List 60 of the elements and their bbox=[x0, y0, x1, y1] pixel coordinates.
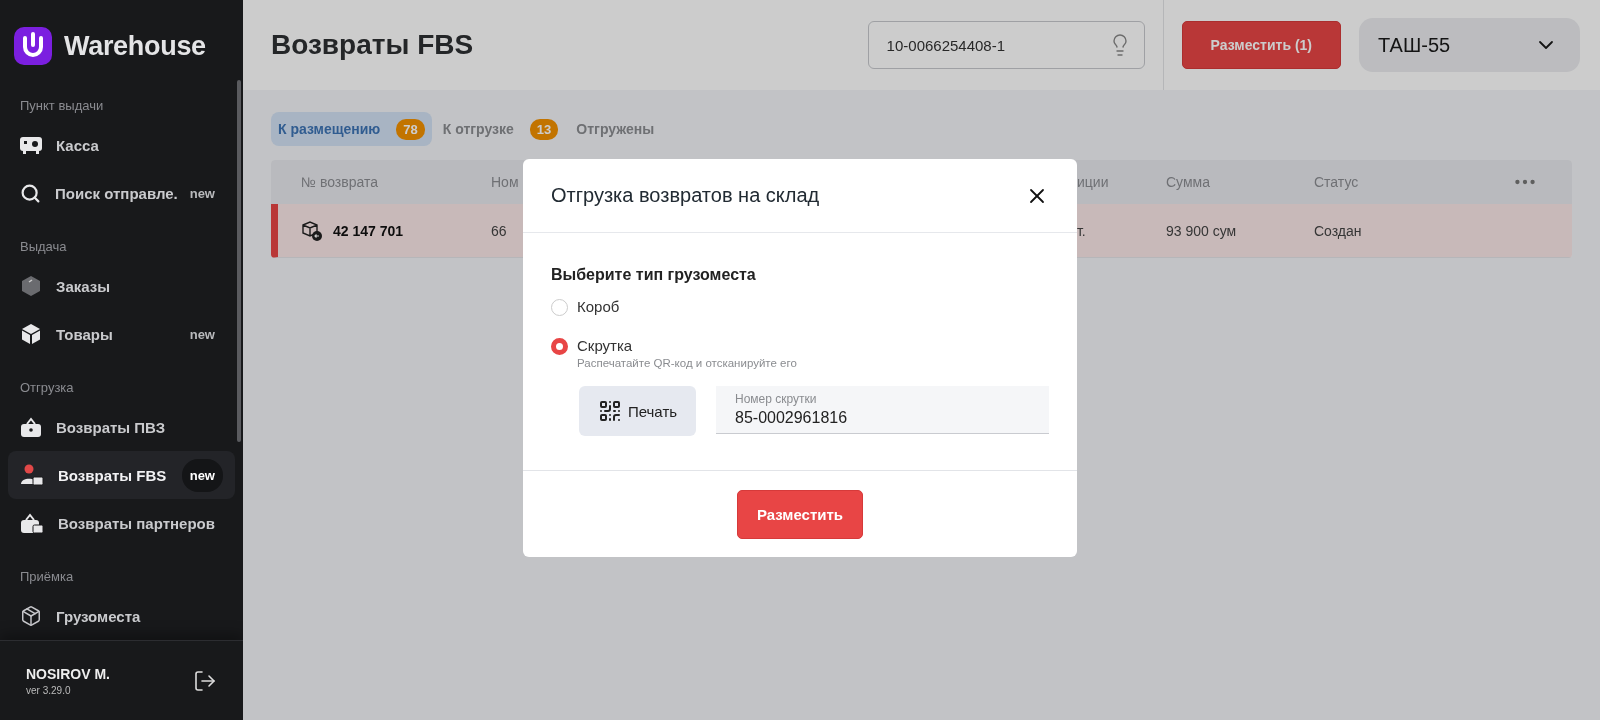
table-cell-text: т. bbox=[1077, 222, 1087, 239]
sidebar-item[interactable]: Заказы bbox=[8, 262, 235, 310]
person-parcel-icon bbox=[20, 464, 44, 486]
branch-select[interactable]: ТАШ-55 bbox=[1359, 18, 1580, 72]
question-text: Выберите тип грузоместа bbox=[551, 266, 757, 284]
count-badge: 78 bbox=[396, 118, 425, 140]
new-badge: new bbox=[181, 458, 223, 492]
sidebar-item[interactable]: Возвраты ПВЗ bbox=[8, 403, 235, 451]
table-cell-text: 93 900 сум bbox=[1166, 222, 1238, 239]
column-header: Статус bbox=[1314, 174, 1360, 190]
package-icon bbox=[20, 605, 42, 627]
print-button[interactable]: Печать bbox=[579, 386, 696, 436]
user-name: NOSIROV M. bbox=[26, 665, 110, 682]
sidebar-item[interactable]: Товары new bbox=[8, 310, 235, 358]
section-title: Выдача bbox=[19, 238, 68, 256]
section-title: Пункт выдачи bbox=[19, 97, 105, 115]
cube-icon bbox=[20, 323, 42, 345]
bag-parcel-icon bbox=[20, 512, 44, 534]
sidebar-item[interactable]: Грузоместа bbox=[8, 592, 235, 640]
sidebar-item[interactable]: Касса bbox=[8, 121, 235, 169]
roll-number-field[interactable]: Номер скрутки 85-0002961816 bbox=[716, 386, 1049, 434]
search-icon bbox=[20, 182, 41, 204]
bag-icon bbox=[20, 416, 42, 438]
section-title: Отгрузка bbox=[19, 379, 75, 397]
count-badge: 13 bbox=[529, 118, 559, 140]
qr-code-icon bbox=[597, 399, 622, 423]
logout-button[interactable] bbox=[193, 668, 217, 693]
column-header: иции bbox=[1077, 174, 1110, 190]
logout-icon bbox=[193, 668, 217, 693]
new-label: new bbox=[188, 184, 216, 203]
radio-button[interactable] bbox=[551, 299, 568, 316]
scrollbar[interactable] bbox=[237, 80, 241, 442]
box-return-icon bbox=[301, 219, 323, 242]
sidebar-item[interactable]: Поиск отправле. new bbox=[8, 169, 235, 217]
column-header: № возврата bbox=[301, 174, 379, 190]
table-cell-text: Создан bbox=[1314, 222, 1363, 239]
option-label[interactable]: Короб bbox=[577, 298, 620, 315]
column-header: Ном bbox=[491, 174, 520, 190]
new-label: new bbox=[188, 325, 216, 344]
option-hint: Распечатайте QR-код и отсканируйте его bbox=[577, 357, 797, 369]
cash-register-icon bbox=[20, 136, 42, 154]
logo-text: Warehouse bbox=[64, 30, 206, 62]
search-field[interactable]: 10-0066254408-1 bbox=[867, 21, 1145, 69]
sidebar-item[interactable]: Возвраты FBS new bbox=[8, 451, 235, 499]
table-cell: 42 147 701 bbox=[333, 222, 404, 239]
submit-button[interactable]: Разместить bbox=[736, 489, 864, 539]
place-button[interactable]: Разместить (1) bbox=[1181, 21, 1341, 69]
hexagon-icon bbox=[20, 275, 42, 297]
page-title: Возвраты FBS bbox=[271, 29, 475, 61]
logo-icon bbox=[14, 27, 52, 65]
sidebar-item[interactable]: Возвраты партнеров bbox=[8, 499, 235, 547]
field-label: Номер скрутки bbox=[735, 392, 818, 406]
column-header: Сумма bbox=[1166, 174, 1211, 190]
dialog-title: Отгрузка возвратов на склад bbox=[551, 184, 820, 207]
roll-number-input[interactable]: 85-0002961816 bbox=[735, 409, 1030, 427]
table-cell-text: 66 bbox=[491, 222, 508, 239]
version-text: ver 3.29.0 bbox=[26, 684, 72, 696]
radio-button[interactable] bbox=[551, 338, 568, 355]
option-label[interactable]: Скрутка bbox=[577, 337, 797, 354]
section-title: Приёмка bbox=[19, 568, 75, 586]
